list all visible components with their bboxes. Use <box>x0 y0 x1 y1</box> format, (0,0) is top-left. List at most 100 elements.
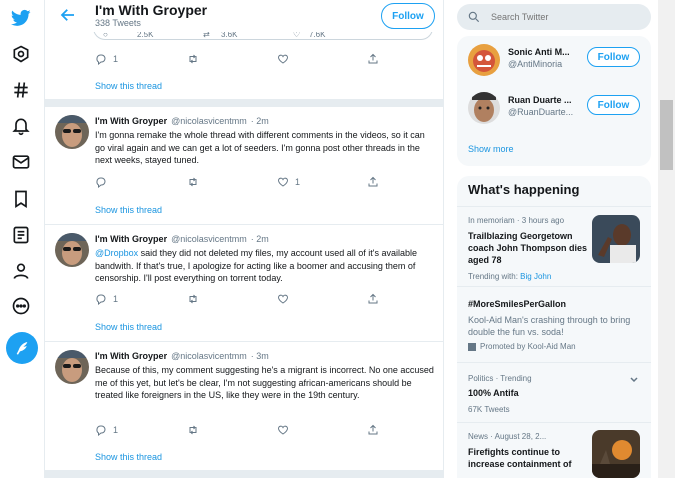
retweet-icon <box>189 177 197 187</box>
hashtag-icon[interactable] <box>9 78 33 102</box>
trend-meta: Politics · Trending <box>468 374 532 383</box>
lists-icon[interactable] <box>9 223 33 247</box>
show-thread-link[interactable]: Show this thread <box>95 452 162 462</box>
who-to-follow-panel: Sonic Anti M... @AntiMinoria Follow Ruan… <box>457 36 651 166</box>
tweet-timestamp[interactable]: · 2m <box>251 234 269 244</box>
like-button[interactable]: 1 <box>277 175 300 189</box>
twitter-logo-icon[interactable] <box>9 6 33 30</box>
follow-suggestion[interactable]: Ruan Duarte ... @RuanDuarte... Follow <box>457 86 651 132</box>
trend-item[interactable]: News · August 28, 2... Firefights contin… <box>457 422 651 478</box>
scrollbar-thumb[interactable] <box>660 100 673 170</box>
show-thread-link[interactable]: Show this thread <box>95 81 162 91</box>
like-button[interactable] <box>277 423 289 437</box>
reply-button[interactable]: 1 <box>95 423 118 437</box>
profile-icon[interactable] <box>9 259 33 283</box>
reply-button[interactable] <box>95 175 113 189</box>
show-thread-link[interactable]: Show this thread <box>95 322 162 332</box>
page-scrollbar[interactable] <box>658 0 675 478</box>
tweet-text: I'm gonna remake the whole thread with d… <box>95 130 425 165</box>
follow-button[interactable]: Follow <box>381 3 435 29</box>
trending-with-link[interactable]: Big John <box>520 272 551 281</box>
compose-tweet-button[interactable] <box>6 332 38 364</box>
tweet-author-name[interactable]: I'm With Groyper <box>95 351 167 361</box>
show-thread-link[interactable]: Show this thread <box>95 205 162 215</box>
chevron-down-icon[interactable] <box>629 372 639 383</box>
tweet-author-handle[interactable]: @nicolasvicentmm <box>171 351 247 361</box>
follow-button[interactable]: Follow <box>587 47 640 67</box>
notifications-bell-icon[interactable] <box>9 114 33 138</box>
suggestion-handle[interactable]: @AntiMinoria <box>508 59 588 69</box>
user-avatar[interactable] <box>55 350 89 384</box>
like-heart-icon <box>278 54 288 64</box>
follow-suggestion[interactable]: Sonic Anti M... @AntiMinoria Follow <box>457 38 651 84</box>
retweet-button[interactable] <box>187 292 199 306</box>
tweet[interactable]: I'm With Groyper @nicolasvicentmm · 3m Bec… <box>45 342 443 470</box>
reply-icon <box>96 54 106 65</box>
suggestion-avatar[interactable] <box>468 44 500 76</box>
trend-title: 100% Antifa <box>468 388 519 398</box>
share-button[interactable] <box>367 423 379 437</box>
messages-envelope-icon[interactable] <box>9 150 33 174</box>
trend-context-prefix: Trending with: <box>468 272 521 281</box>
suggestion-name[interactable]: Sonic Anti M... <box>508 47 592 57</box>
trend-item[interactable]: In memoriam · 3 hours ago Trailblazing G… <box>457 206 651 286</box>
reply-button[interactable]: 1 <box>95 52 118 66</box>
retweet-icon <box>189 54 197 64</box>
tweet-count: 338 Tweets <box>95 18 141 28</box>
search-box[interactable] <box>457 4 651 30</box>
trend-thumbnail[interactable] <box>592 215 640 263</box>
tweet-author-name[interactable]: I'm With Groyper <box>95 116 167 126</box>
like-heart-icon <box>278 425 288 435</box>
left-nav <box>0 0 44 478</box>
suggestion-handle[interactable]: @RuanDuarte... <box>508 107 588 117</box>
search-input[interactable] <box>491 10 641 24</box>
reply-count: 1 <box>113 54 119 64</box>
tweet[interactable]: I'm With Groyper @nicolasvicentmm · 2m I'm… <box>45 107 443 225</box>
like-button[interactable] <box>277 52 289 66</box>
trend-context: Trending with: Big John <box>468 272 551 281</box>
timeline-column: ○ 2.5K ⇄ 3.6K ♡ 7.6K 1 Show this thread <box>44 0 444 478</box>
retweet-icon <box>189 425 197 435</box>
suggestion-name[interactable]: Ruan Duarte ... <box>508 95 592 105</box>
thread-separator <box>45 99 443 107</box>
share-icon <box>368 53 378 64</box>
like-heart-icon <box>278 294 288 304</box>
search-icon <box>468 11 480 23</box>
retweet-button[interactable] <box>187 175 199 189</box>
promoted-label: Promoted by Kool-Aid Man <box>468 342 576 351</box>
like-count: 1 <box>295 177 301 187</box>
share-button[interactable] <box>367 292 379 306</box>
reply-button[interactable]: 1 <box>95 292 118 306</box>
share-button[interactable] <box>367 52 379 66</box>
like-button[interactable] <box>277 292 289 306</box>
trend-thumbnail[interactable] <box>592 430 640 478</box>
back-arrow-icon[interactable] <box>59 6 77 24</box>
show-more-link[interactable]: Show more <box>468 144 514 154</box>
mention-link[interactable]: @Dropbox <box>95 248 138 258</box>
suggestion-avatar[interactable] <box>468 92 500 124</box>
follow-button[interactable]: Follow <box>587 95 640 115</box>
trend-meta: In memoriam · 3 hours ago <box>468 216 565 225</box>
tweet-author-handle[interactable]: @nicolasvicentmm <box>171 234 247 244</box>
user-avatar[interactable] <box>55 115 89 149</box>
tweet-timestamp[interactable]: · 2m <box>251 116 269 126</box>
compose-feather-icon <box>16 342 28 355</box>
bookmarks-icon[interactable] <box>9 187 33 211</box>
tweet-actions: 1 <box>95 52 385 66</box>
explore-icon[interactable] <box>9 42 33 66</box>
tweet-author-handle[interactable]: @nicolasvicentmm <box>171 116 247 126</box>
tweet[interactable]: I'm With Groyper @nicolasvicentmm · 2m @Dr… <box>45 225 443 341</box>
trend-title: Trailblazing Georgetown coach John Thomp… <box>468 231 588 265</box>
user-avatar[interactable] <box>55 233 89 267</box>
trend-title: Firefights continue to increase containm… <box>468 447 572 469</box>
trend-item[interactable]: Politics · Trending 100% Antifa 67K Twee… <box>457 362 651 422</box>
tweet-timestamp[interactable]: · 3m <box>251 351 269 361</box>
trend-item[interactable]: #MoreSmilesPerGallon Kool-Aid Man's cras… <box>457 286 651 362</box>
retweet-button[interactable] <box>187 423 199 437</box>
tweet-actions: 1 <box>95 175 385 189</box>
share-button[interactable] <box>367 175 379 189</box>
share-icon <box>368 176 378 187</box>
tweet-author-name[interactable]: I'm With Groyper <box>95 234 167 244</box>
retweet-button[interactable] <box>187 52 199 66</box>
more-icon[interactable] <box>9 294 33 318</box>
